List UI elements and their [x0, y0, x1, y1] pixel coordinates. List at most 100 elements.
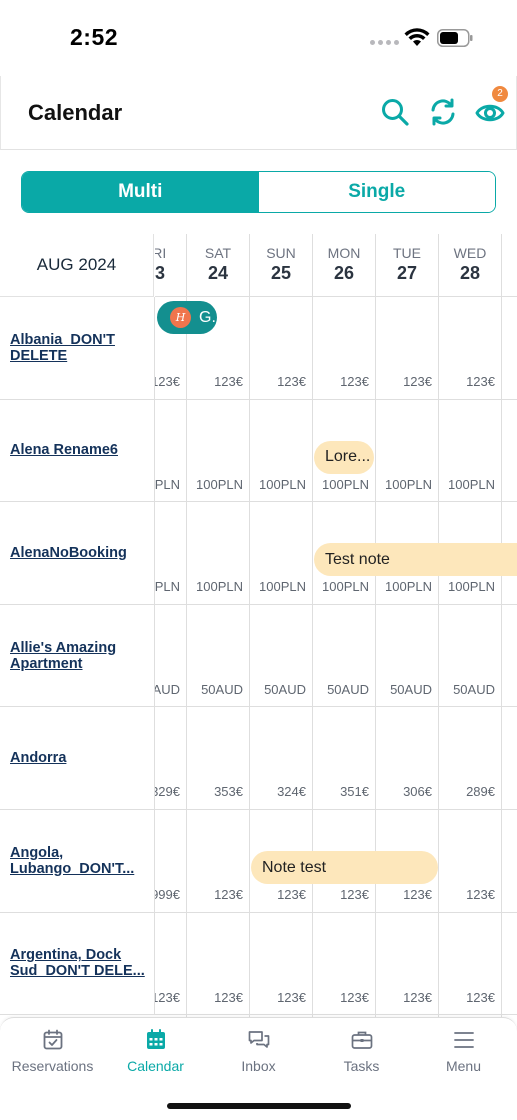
price-cell[interactable]: 100PLN — [196, 477, 243, 492]
search-icon[interactable] — [379, 96, 411, 128]
price-cell[interactable]: 353€ — [214, 784, 243, 799]
property-name-link[interactable]: Allie's Amazing Apartment — [10, 640, 145, 672]
property-row[interactable]: Allie's Amazing Apartment — [0, 604, 155, 708]
day-name: TUE — [393, 245, 421, 261]
price-cell[interactable]: 100PLN — [448, 579, 495, 594]
price-cell[interactable]: 123€ — [403, 990, 432, 1005]
price-cell[interactable]: 100PLN — [155, 477, 180, 492]
day-number: 27 — [396, 263, 418, 283]
price-cell[interactable]: 123€ — [155, 374, 180, 389]
tab-tasks[interactable]: Tasks — [310, 1028, 413, 1074]
property-row[interactable]: AlenaNoBooking — [0, 502, 155, 605]
calendar-note[interactable]: Test note — [314, 543, 517, 577]
price-cell[interactable]: 50AUD — [264, 682, 306, 697]
property-name-link[interactable]: Angola, Lubango_DON'T... — [10, 845, 145, 877]
price-cell[interactable]: 100PLN — [259, 579, 306, 594]
tab-menu[interactable]: Menu — [412, 1028, 515, 1074]
property-row[interactable]: Albania_DON'T DELETE — [0, 297, 155, 400]
grid-line — [155, 1014, 517, 1016]
price-cell[interactable]: 100PLN — [155, 579, 180, 594]
price-cell[interactable]: 999€ — [155, 887, 180, 902]
price-cell[interactable]: 123€ — [155, 990, 180, 1005]
price-cell[interactable]: 50AUD — [390, 682, 432, 697]
price-cell[interactable]: 123€ — [277, 374, 306, 389]
calendar-grid: FRI 23 SAT 24 SUN 25 MON 26 TUE 27 WED 28 123€ 123€ 12… — [155, 234, 517, 1017]
app-header: Calendar — [0, 76, 517, 150]
calendar-check-icon — [43, 1029, 62, 1050]
price-cell[interactable]: 123€ — [403, 887, 432, 902]
price-cell[interactable]: 123€ — [277, 990, 306, 1005]
price-cell[interactable]: 100PLN — [196, 579, 243, 594]
price-cell[interactable]: 351€ — [340, 784, 369, 799]
price-cell[interactable]: 100PLN — [385, 579, 432, 594]
day-column — [502, 234, 517, 1017]
day-name: FRI — [155, 245, 167, 261]
price-cell[interactable]: 123€ — [340, 990, 369, 1005]
price-cell[interactable]: 123€ — [277, 887, 306, 902]
price-cell[interactable]: 100PLN — [322, 579, 369, 594]
property-name-link[interactable]: AlenaNoBooking — [10, 545, 127, 561]
tab-calendar[interactable]: Calendar — [104, 1028, 207, 1074]
property-row[interactable]: Argentina, Dock Sud_DON'T DELE... — [0, 912, 155, 1016]
booking-source-icon: H — [170, 307, 191, 328]
day-name: MON — [327, 245, 361, 261]
cellular-signal-icon — [370, 40, 399, 45]
property-row[interactable]: Angola, Lubango_DON'T... — [0, 809, 155, 913]
calendar-note[interactable]: Lore... — [314, 440, 374, 474]
tab-label: Reservations — [11, 1058, 94, 1074]
calendar-grid-icon — [146, 1029, 165, 1049]
price-cell[interactable]: 123€ — [466, 990, 495, 1005]
price-cell[interactable]: 100PLN — [385, 477, 432, 492]
wifi-icon — [404, 28, 430, 46]
price-cell[interactable]: 50AUD — [453, 682, 495, 697]
price-cell[interactable]: 324€ — [277, 784, 306, 799]
price-cell[interactable]: 123€ — [340, 374, 369, 389]
price-cell[interactable]: 123€ — [214, 374, 243, 389]
single-view-tab[interactable]: Single — [258, 172, 495, 212]
price-cell[interactable]: 329€ — [155, 784, 180, 799]
day-header[interactable]: SUN 25 — [250, 234, 312, 297]
price-cell[interactable]: 100PLN — [322, 477, 369, 492]
price-cell[interactable]: 50AUD — [327, 682, 369, 697]
property-name-link[interactable]: Andorra — [10, 750, 66, 766]
price-cell[interactable]: 50AUD — [155, 682, 180, 697]
day-name: SUN — [266, 245, 296, 261]
property-row[interactable]: Alena Rename6 — [0, 399, 155, 503]
day-header[interactable]: TUE 27 — [376, 234, 438, 297]
tab-inbox[interactable]: Inbox — [207, 1028, 310, 1074]
property-name-link[interactable]: Alena Rename6 — [10, 442, 118, 458]
briefcase-icon — [351, 1031, 372, 1049]
price-cell[interactable]: 123€ — [340, 887, 369, 902]
day-header[interactable]: FRI 23 — [155, 234, 186, 297]
property-row[interactable]: Andorra — [0, 707, 155, 810]
calendar-note[interactable]: Note test — [251, 851, 438, 884]
price-cell[interactable]: 123€ — [214, 990, 243, 1005]
status-bar: 2:52 — [0, 0, 517, 76]
price-cell[interactable]: 123€ — [466, 887, 495, 902]
day-header[interactable]: MON 26 — [313, 234, 375, 297]
tab-label: Tasks — [343, 1058, 380, 1074]
reservation-bar[interactable]: H G. — [157, 301, 217, 334]
tab-reservations[interactable]: Reservations — [1, 1028, 104, 1074]
grid-line — [155, 603, 517, 605]
multi-view-tab[interactable]: Multi — [22, 172, 259, 212]
price-cell[interactable]: 123€ — [466, 374, 495, 389]
price-cell[interactable]: 289€ — [466, 784, 495, 799]
property-name-link[interactable]: Albania_DON'T DELETE — [10, 332, 145, 364]
price-cell[interactable]: 306€ — [403, 784, 432, 799]
refresh-icon[interactable] — [427, 96, 459, 128]
notification-badge: 2 — [492, 86, 508, 102]
grid-line — [155, 706, 517, 708]
price-cell[interactable]: 123€ — [214, 887, 243, 902]
price-cell[interactable]: 100PLN — [448, 477, 495, 492]
chat-bubbles-icon — [248, 1031, 269, 1048]
price-cell[interactable]: 123€ — [403, 374, 432, 389]
day-header[interactable]: WED 28 — [439, 234, 501, 297]
day-header[interactable]: SAT 24 — [187, 234, 249, 297]
grid-line — [155, 809, 517, 810]
day-number: 24 — [207, 263, 229, 283]
month-label[interactable]: AUG 2024 — [0, 234, 154, 297]
price-cell[interactable]: 100PLN — [259, 477, 306, 492]
price-cell[interactable]: 50AUD — [201, 682, 243, 697]
property-name-link[interactable]: Argentina, Dock Sud_DON'T DELE... — [10, 947, 145, 979]
